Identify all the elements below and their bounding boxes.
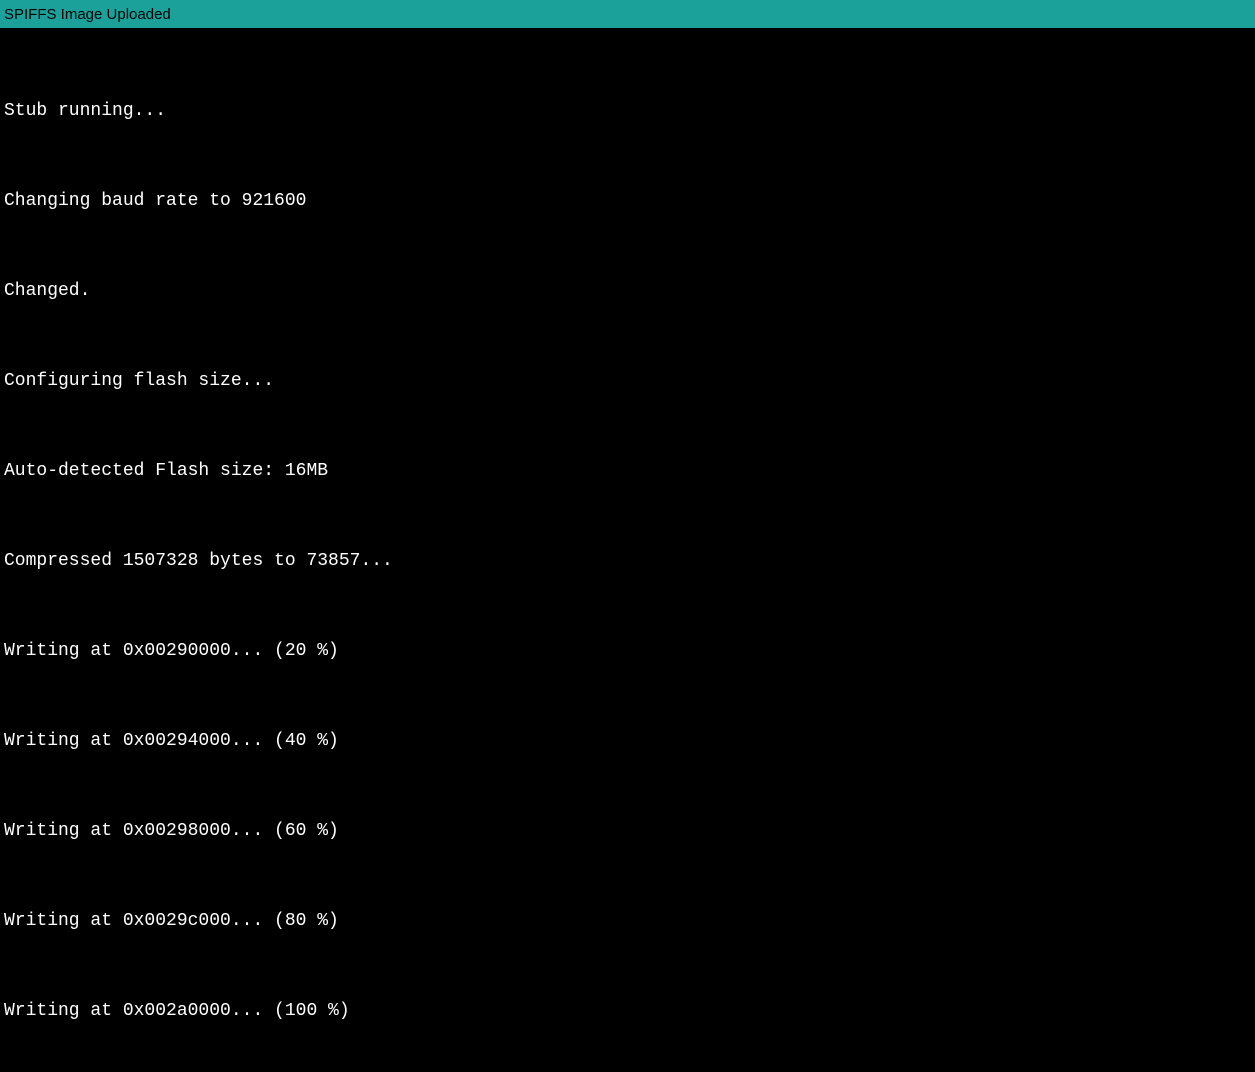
- terminal-line: Configuring flash size...: [4, 366, 1251, 396]
- terminal-line: Compressed 1507328 bytes to 73857...: [4, 546, 1251, 576]
- terminal-line: Stub running...: [4, 96, 1251, 126]
- terminal-line: Writing at 0x00298000... (60 %): [4, 816, 1251, 846]
- terminal-line: Writing at 0x00290000... (20 %): [4, 636, 1251, 666]
- terminal-line: Writing at 0x00294000... (40 %): [4, 726, 1251, 756]
- status-header: SPIFFS Image Uploaded: [0, 0, 1255, 28]
- terminal-line: Writing at 0x002a0000... (100 %): [4, 996, 1251, 1026]
- status-title: SPIFFS Image Uploaded: [4, 6, 171, 23]
- terminal-output: Stub running... Changing baud rate to 92…: [0, 28, 1255, 1072]
- terminal-line: Writing at 0x0029c000... (80 %): [4, 906, 1251, 936]
- terminal-line: Changing baud rate to 921600: [4, 186, 1251, 216]
- terminal-line: Changed.: [4, 276, 1251, 306]
- terminal-line: Auto-detected Flash size: 16MB: [4, 456, 1251, 486]
